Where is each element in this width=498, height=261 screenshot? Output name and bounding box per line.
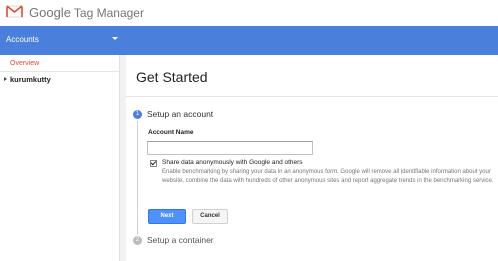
brand-product: Tag Manager: [73, 6, 144, 20]
main-content: Get Started 1 Setup an account Account N…: [126, 55, 498, 261]
top-header: Google Tag Manager: [0, 0, 498, 26]
checkmark-icon: [150, 159, 157, 166]
tag-manager-logo-icon[interactable]: [6, 4, 23, 19]
step-1-label: Setup an account: [147, 109, 214, 119]
brand-title[interactable]: Google Tag Manager: [29, 5, 144, 20]
title-divider: [126, 96, 498, 97]
sidebar-account-label: kurumkutty: [10, 75, 51, 84]
next-button[interactable]: Next: [148, 209, 186, 224]
cancel-button[interactable]: Cancel: [192, 209, 228, 224]
caret-down-icon[interactable]: [112, 37, 118, 40]
share-data-description: Enable benchmarking by sharing your data…: [162, 169, 494, 184]
accounts-menu-label[interactable]: Accounts: [6, 35, 39, 44]
brand-google: Google: [29, 5, 71, 20]
share-data-checkbox[interactable]: [150, 159, 157, 167]
sidebar-item-account[interactable]: kurumkutty: [4, 75, 51, 84]
account-name-input[interactable]: [147, 141, 313, 155]
accounts-bar: Accounts: [0, 26, 498, 55]
page-title: Get Started: [136, 69, 208, 85]
triangle-right-icon[interactable]: [4, 77, 7, 81]
step-2-number-badge: 2: [133, 236, 142, 245]
step-2-label[interactable]: Setup a container: [147, 235, 214, 245]
step-connector-line: [137, 121, 138, 235]
step-1-number-badge: 1: [133, 110, 142, 119]
sidebar-divider: [0, 71, 119, 72]
sidebar: Overview kurumkutty: [0, 55, 120, 261]
sidebar-item-overview[interactable]: Overview: [10, 60, 39, 67]
share-data-label[interactable]: Share data anonymously with Google and o…: [162, 159, 303, 166]
account-name-label: Account Name: [148, 129, 194, 136]
